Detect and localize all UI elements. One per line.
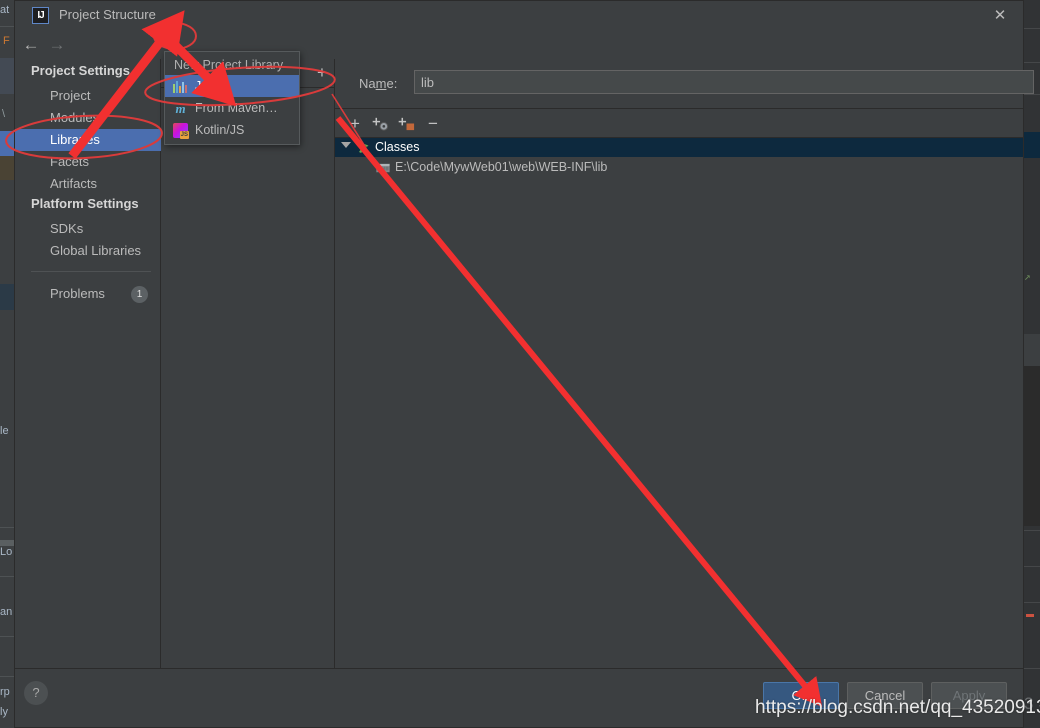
screen-root: at F \ le Lo an rp ly ↗ 3 IJ Project Str… (0, 0, 1040, 728)
sidebar-item-label: Artifacts (50, 176, 97, 191)
popup-header: New Project Library (174, 58, 284, 72)
sidebar-divider (31, 271, 151, 272)
tree-row[interactable]: Classes (335, 138, 1023, 157)
plus-icon[interactable]: + (345, 113, 365, 135)
dialog-title: Project Structure (59, 7, 156, 22)
sidebar-item-global-libraries[interactable]: Global Libraries (15, 240, 161, 262)
tree-row-label: E:\Code\MywWeb01\web\WEB-INF\lib (395, 160, 608, 174)
help-icon[interactable]: ? (24, 681, 48, 705)
arrow-left-icon[interactable]: ← (20, 34, 42, 55)
sidebar-item-label: Libraries (50, 132, 100, 147)
popup-item-from-maven[interactable]: m From Maven… (165, 97, 299, 119)
sidebar-item-artifacts[interactable]: Artifacts (15, 173, 161, 195)
bg-text-fragment: ly (0, 706, 8, 718)
library-list[interactable] (161, 88, 334, 668)
name-label-mnemonic: m (375, 76, 387, 91)
ide-left-edge-strip: at F \ le Lo an rp ly (0, 0, 14, 728)
popup-item-label: Kotlin/JS (195, 123, 245, 137)
name-row: Name: (335, 59, 1034, 109)
bg-text-fragment: F (3, 35, 10, 47)
popup-item-kotlin-js[interactable]: Kotlin/JS (165, 119, 299, 141)
library-roots-toolbar: + − (335, 109, 1023, 138)
sidebar-group-platform-settings: Platform Settings (31, 196, 139, 211)
popup-item-label: From Maven… (195, 101, 278, 115)
sidebar-item-label: Modules (50, 110, 100, 125)
name-label-pre: Na (359, 76, 376, 91)
bg-text-fragment: Lo (0, 546, 13, 558)
java-icon (173, 79, 188, 94)
close-icon[interactable]: ✕ (989, 6, 1011, 26)
sidebar-item-modules[interactable]: Modules (15, 107, 161, 129)
sidebar-item-sdks[interactable]: SDKs (15, 218, 161, 240)
intellij-logo-icon: IJ (32, 7, 49, 24)
library-detail-panel: Name: + − (335, 59, 1034, 668)
bg-text-fragment: le (0, 425, 9, 437)
settings-sidebar: Project Settings Project Modules Librari… (15, 59, 161, 668)
tree-row[interactable]: E:\Code\MywWeb01\web\WEB-INF\lib (335, 158, 1023, 177)
tree-row-label: Classes (375, 140, 420, 154)
sidebar-group-project-settings: Project Settings (31, 63, 130, 78)
plus-classes-icon[interactable] (371, 115, 391, 132)
ide-right-edge-strip: ↗ 3 (1024, 0, 1040, 728)
name-label-post: e: (386, 76, 398, 91)
watermark-url: https://blog.csdn.net/qq_43520913 (755, 697, 1040, 718)
bg-text-fragment: at (0, 4, 10, 16)
maven-icon: m (175, 101, 186, 116)
popup-item-java[interactable]: Java (165, 75, 299, 97)
bg-text-fragment: rp (0, 686, 10, 698)
sidebar-item-libraries[interactable]: Libraries (15, 129, 161, 151)
bg-text-fragment: \ (2, 108, 6, 120)
arrow-right-icon[interactable]: → (46, 34, 68, 55)
library-name-input[interactable] (414, 70, 1034, 94)
sidebar-item-label: SDKs (50, 221, 84, 236)
name-label: Name: (359, 76, 397, 91)
minus-icon[interactable]: − (423, 113, 443, 135)
library-roots-tree: Classes E:\Code\MywWeb01\web\WEB-INF\lib (335, 138, 1023, 668)
classes-arrow-icon (359, 144, 369, 153)
sidebar-item-label: Global Libraries (50, 243, 142, 258)
sidebar-item-facets[interactable]: Facets (15, 151, 161, 173)
library-list-panel: + − (161, 59, 381, 668)
problems-count-badge: 1 (131, 286, 148, 303)
sidebar-item-problems[interactable]: Problems 1 (15, 283, 161, 305)
new-project-library-popup: New Project Library Java m From Maven… K… (164, 51, 300, 145)
sidebar-item-label: Project (50, 88, 91, 103)
folder-icon (376, 163, 390, 173)
dialog-titlebar: IJ Project Structure ✕ (15, 1, 1023, 30)
sidebar-item-label: Problems (50, 286, 105, 301)
popup-item-label: Java (195, 79, 222, 93)
sidebar-item-label: Facets (50, 154, 90, 169)
plus-jar-icon[interactable] (397, 115, 417, 132)
chevron-down-icon[interactable] (341, 142, 351, 148)
kotlin-js-icon (173, 123, 189, 139)
sidebar-item-project[interactable]: Project (15, 85, 161, 107)
plus-icon[interactable]: + (312, 63, 332, 84)
bg-text-fragment: an (0, 606, 13, 618)
